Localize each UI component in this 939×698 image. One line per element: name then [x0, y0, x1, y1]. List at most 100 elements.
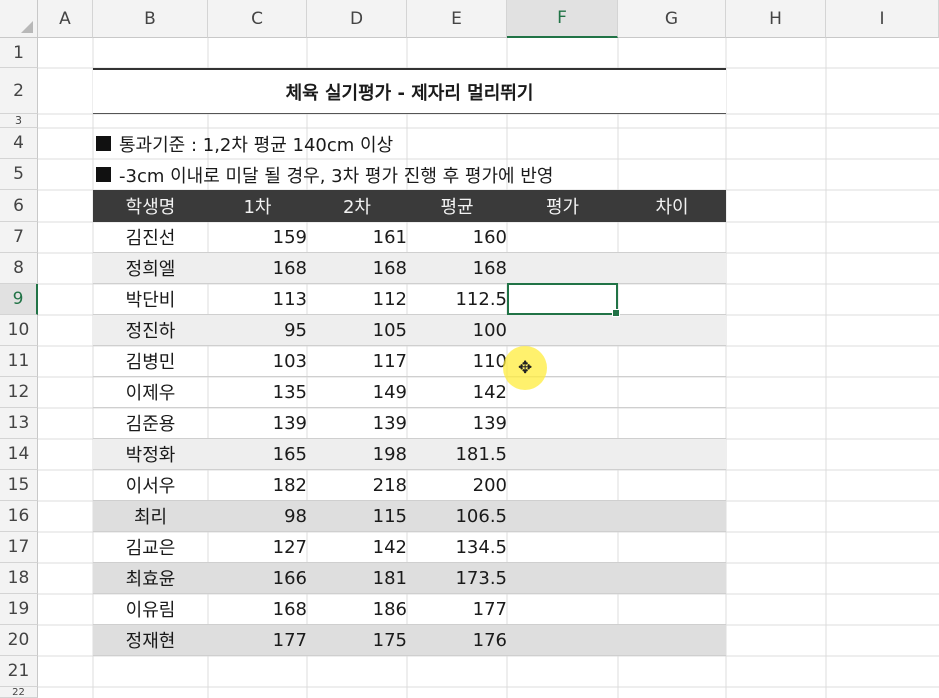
header-first-try[interactable]: 1차 — [208, 190, 307, 222]
second-try-cell[interactable]: 139 — [307, 408, 407, 438]
student-name-cell[interactable]: 최효윤 — [93, 563, 208, 593]
column-header-d[interactable]: D — [307, 0, 407, 38]
row-header-5[interactable]: 5 — [0, 159, 38, 190]
header-average[interactable]: 평균 — [407, 190, 507, 222]
second-try-cell[interactable]: 149 — [307, 377, 407, 407]
student-name-cell[interactable]: 정희엘 — [93, 253, 208, 283]
average-cell[interactable]: 168 — [407, 253, 507, 283]
row-header-22[interactable]: 22 — [0, 687, 38, 698]
row-header-16[interactable]: 16 — [0, 501, 38, 532]
row-header-1[interactable]: 1 — [0, 38, 38, 68]
average-cell[interactable]: 112.5 — [407, 284, 507, 314]
row-header-7[interactable]: 7 — [0, 222, 38, 253]
second-try-cell[interactable]: 181 — [307, 563, 407, 593]
student-name-cell[interactable]: 이서우 — [93, 470, 208, 500]
student-name-cell[interactable]: 박단비 — [93, 284, 208, 314]
student-name-cell[interactable]: 김교은 — [93, 532, 208, 562]
second-try-cell[interactable]: 112 — [307, 284, 407, 314]
first-try-cell[interactable]: 166 — [208, 563, 307, 593]
active-cell-selection[interactable] — [507, 283, 620, 317]
second-try-cell[interactable]: 115 — [307, 501, 407, 531]
first-try-cell[interactable]: 168 — [208, 594, 307, 624]
row-header-21[interactable]: 21 — [0, 656, 38, 687]
average-cell[interactable]: 139 — [407, 408, 507, 438]
fill-handle[interactable] — [612, 309, 620, 317]
row-header-13[interactable]: 13 — [0, 408, 38, 439]
student-name-cell[interactable]: 박정화 — [93, 439, 208, 469]
row-header-11[interactable]: 11 — [0, 346, 38, 377]
average-cell[interactable]: 181.5 — [407, 439, 507, 469]
row-header-15[interactable]: 15 — [0, 470, 38, 501]
first-try-cell[interactable]: 168 — [208, 253, 307, 283]
student-name-cell[interactable]: 김병민 — [93, 346, 208, 376]
student-name-cell[interactable]: 김준용 — [93, 408, 208, 438]
column-header-f[interactable]: F — [507, 0, 618, 38]
second-try-cell[interactable]: 142 — [307, 532, 407, 562]
select-all-corner[interactable] — [0, 0, 38, 38]
average-cell[interactable]: 106.5 — [407, 501, 507, 531]
column-header-e[interactable]: E — [407, 0, 507, 38]
row-header-2[interactable]: 2 — [0, 68, 38, 114]
first-try-cell[interactable]: 135 — [208, 377, 307, 407]
column-header-i[interactable]: I — [826, 0, 939, 38]
row-header-4[interactable]: 4 — [0, 128, 38, 159]
sheet-title[interactable]: 체육 실기평가 - 제자리 멀리뛰기 — [93, 68, 726, 114]
row-header-19[interactable]: 19 — [0, 594, 38, 625]
average-cell[interactable]: 134.5 — [407, 532, 507, 562]
header-difference[interactable]: 차이 — [618, 190, 726, 222]
student-name-cell[interactable]: 이제우 — [93, 377, 208, 407]
average-cell[interactable]: 173.5 — [407, 563, 507, 593]
column-header-b[interactable]: B — [93, 0, 208, 38]
first-try-cell[interactable]: 177 — [208, 625, 307, 655]
second-try-cell[interactable]: 186 — [307, 594, 407, 624]
second-try-cell[interactable]: 218 — [307, 470, 407, 500]
student-name-cell[interactable]: 정재현 — [93, 625, 208, 655]
average-cell[interactable]: 200 — [407, 470, 507, 500]
header-evaluation[interactable]: 평가 — [507, 190, 618, 222]
student-name-cell[interactable]: 이유림 — [93, 594, 208, 624]
column-header-a[interactable]: A — [38, 0, 93, 38]
column-header-c[interactable]: C — [208, 0, 307, 38]
row-header-20[interactable]: 20 — [0, 625, 38, 656]
header-second-try[interactable]: 2차 — [307, 190, 407, 222]
first-try-cell[interactable]: 127 — [208, 532, 307, 562]
row-header-14[interactable]: 14 — [0, 439, 38, 470]
header-student-name[interactable]: 학생명 — [93, 190, 208, 222]
second-try-cell[interactable]: 105 — [307, 315, 407, 345]
average-cell[interactable]: 176 — [407, 625, 507, 655]
row-header-18[interactable]: 18 — [0, 563, 38, 594]
criteria-note[interactable]: 통과기준 : 1,2차 평균 140cm 이상 — [96, 128, 393, 159]
row-header-6[interactable]: 6 — [0, 190, 38, 222]
average-cell[interactable]: 160 — [407, 222, 507, 252]
row-header-17[interactable]: 17 — [0, 532, 38, 563]
average-cell[interactable]: 177 — [407, 594, 507, 624]
second-try-cell[interactable]: 117 — [307, 346, 407, 376]
second-try-cell[interactable]: 161 — [307, 222, 407, 252]
average-cell[interactable]: 110 — [407, 346, 507, 376]
first-try-cell[interactable]: 98 — [208, 501, 307, 531]
second-try-cell[interactable]: 198 — [307, 439, 407, 469]
row-header-8[interactable]: 8 — [0, 253, 38, 284]
second-try-cell[interactable]: 175 — [307, 625, 407, 655]
first-try-cell[interactable]: 139 — [208, 408, 307, 438]
average-cell[interactable]: 100 — [407, 315, 507, 345]
first-try-cell[interactable]: 159 — [208, 222, 307, 252]
first-try-cell[interactable]: 182 — [208, 470, 307, 500]
first-try-cell[interactable]: 113 — [208, 284, 307, 314]
second-try-cell[interactable]: 168 — [307, 253, 407, 283]
table-row: 최리 98 115 106.5 — [93, 501, 726, 532]
row-header-12[interactable]: 12 — [0, 377, 38, 408]
student-name-cell[interactable]: 정진하 — [93, 315, 208, 345]
student-name-cell[interactable]: 김진선 — [93, 222, 208, 252]
first-try-cell[interactable]: 95 — [208, 315, 307, 345]
student-name-cell[interactable]: 최리 — [93, 501, 208, 531]
average-cell[interactable]: 142 — [407, 377, 507, 407]
row-header-3[interactable]: 3 — [0, 114, 38, 128]
row-header-9[interactable]: 9 — [0, 284, 38, 315]
retest-note[interactable]: -3cm 이내로 미달 될 경우, 3차 평가 진행 후 평가에 반영 — [96, 159, 553, 190]
column-header-g[interactable]: G — [618, 0, 726, 38]
row-header-10[interactable]: 10 — [0, 315, 38, 346]
column-header-h[interactable]: H — [726, 0, 826, 38]
first-try-cell[interactable]: 165 — [208, 439, 307, 469]
first-try-cell[interactable]: 103 — [208, 346, 307, 376]
